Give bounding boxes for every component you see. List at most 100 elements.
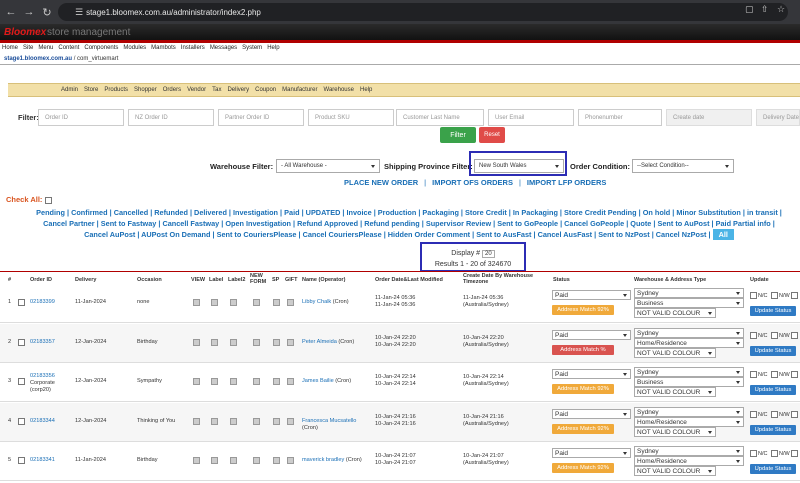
menu-components[interactable]: Components — [84, 45, 118, 55]
customer-last-name-input[interactable]: Customer Last Name — [396, 109, 484, 126]
nc-checkbox[interactable] — [750, 332, 757, 339]
status-link[interactable]: Store Credit Pending — [564, 208, 637, 217]
gift-icon[interactable] — [287, 378, 294, 385]
row-checkbox[interactable] — [18, 299, 25, 306]
reload-icon[interactable]: ↻ — [40, 6, 54, 19]
nw-checkbox[interactable] — [771, 450, 778, 457]
status-link[interactable]: Packaging — [422, 208, 459, 217]
status-link[interactable]: Sent to Fastway — [101, 219, 157, 228]
breadcrumb-host[interactable]: stage1.bloomex.com.au — [4, 56, 72, 62]
status-select[interactable]: Paid — [552, 448, 631, 458]
status-link[interactable]: UPDATED — [306, 208, 341, 217]
address-type-select[interactable]: Home/Residence — [634, 456, 744, 466]
status-link[interactable]: Invoice — [347, 208, 372, 217]
vm-menu-manufacturer[interactable]: Manufacturer — [282, 87, 317, 93]
colour-validity-select[interactable]: NOT VALID COLOUR — [634, 427, 716, 437]
order-id-link[interactable]: 02183344 — [30, 418, 55, 425]
order-id-link[interactable]: 02183357 — [30, 339, 55, 346]
order-id-input[interactable]: Order ID — [38, 109, 124, 126]
n-checkbox[interactable] — [791, 332, 798, 339]
forward-icon[interactable]: → — [22, 6, 36, 18]
address-type-select[interactable]: Home/Residence — [634, 417, 744, 427]
warehouse-select[interactable]: Sydney — [634, 328, 744, 338]
status-select[interactable]: Paid — [552, 409, 631, 419]
vm-menu-store[interactable]: Store — [84, 87, 98, 93]
status-link[interactable]: Production — [378, 208, 417, 217]
menu-help[interactable]: Help — [267, 45, 279, 55]
label-icon[interactable] — [211, 339, 218, 346]
vm-menu-products[interactable]: Products — [104, 87, 128, 93]
vm-menu-help[interactable]: Help — [360, 87, 372, 93]
nc-checkbox[interactable] — [750, 292, 757, 299]
status-link[interactable]: Refund pending — [364, 219, 420, 228]
colour-validity-select[interactable]: NOT VALID COLOUR — [634, 387, 716, 397]
label-icon[interactable] — [211, 457, 218, 464]
import-lfp-orders-link[interactable]: IMPORT LFP ORDERS — [527, 178, 606, 187]
status-link[interactable]: Cancell Fastway — [162, 219, 219, 228]
site-info-icon[interactable]: ☰ — [75, 7, 83, 18]
order-id-link[interactable]: 02183399 — [30, 299, 55, 306]
partner-order-id-input[interactable]: Partner Order ID — [218, 109, 304, 126]
menu-mambots[interactable]: Mambots — [151, 45, 176, 55]
nw-checkbox[interactable] — [771, 292, 778, 299]
label-icon[interactable] — [211, 299, 218, 306]
label-icon[interactable] — [211, 418, 218, 425]
status-link[interactable]: Sent to GoPeople — [497, 219, 558, 228]
address-bar[interactable]: ☰ stage1.bloomex.com.au/administrator/in… — [58, 3, 788, 21]
update-status-button[interactable]: Update Status — [750, 464, 796, 474]
order-condition-select[interactable]: --Select Condition-- — [632, 159, 734, 173]
gift-icon[interactable] — [287, 457, 294, 464]
customer-name-link[interactable]: Francesca Mucsatello — [302, 418, 356, 424]
reset-button[interactable]: Reset — [479, 127, 505, 143]
n-checkbox[interactable] — [791, 292, 798, 299]
address-type-select[interactable]: Business — [634, 377, 744, 387]
vm-menu-vendor[interactable]: Vendor — [187, 87, 206, 93]
menu-system[interactable]: System — [242, 45, 262, 55]
status-link[interactable]: Cancel CouriersPlease — [303, 230, 382, 239]
status-link[interactable]: In Packaging — [513, 208, 558, 217]
status-link[interactable]: Confirmed — [71, 208, 108, 217]
address-type-select[interactable]: Business — [634, 298, 744, 308]
status-link[interactable]: Sent to CouriersPlease — [217, 230, 297, 239]
filter-button[interactable]: Filter — [440, 127, 476, 143]
gift-icon[interactable] — [287, 339, 294, 346]
status-select[interactable]: Paid — [552, 290, 631, 300]
status-link[interactable]: Sent to AusFast — [476, 230, 531, 239]
update-status-button[interactable]: Update Status — [750, 346, 796, 356]
user-email-input[interactable]: User Email — [488, 109, 574, 126]
display-count-select[interactable]: 20 — [482, 250, 495, 258]
gift-icon[interactable] — [287, 418, 294, 425]
label-icon[interactable] — [211, 378, 218, 385]
order-id-link[interactable]: 02183356 — [30, 373, 55, 380]
bookmark-star-icon[interactable]: ☆ — [777, 4, 785, 15]
status-link[interactable]: Hidden Order Comment — [388, 230, 470, 239]
update-status-button[interactable]: Update Status — [750, 425, 796, 435]
warehouse-select[interactable]: Sydney — [634, 446, 744, 456]
warehouse-filter-select[interactable]: - All Warehouse - — [276, 159, 380, 173]
label2-icon[interactable] — [230, 457, 237, 464]
status-link[interactable]: On hold — [643, 208, 671, 217]
nc-checkbox[interactable] — [750, 371, 757, 378]
order-id-link[interactable]: 02183341 — [30, 457, 55, 464]
vm-menu-shopper[interactable]: Shopper — [134, 87, 157, 93]
nc-checkbox[interactable] — [750, 450, 757, 457]
status-link[interactable]: Refund Approved — [297, 219, 358, 228]
customer-name-link[interactable]: James Bailie — [302, 378, 334, 384]
nw-checkbox[interactable] — [771, 332, 778, 339]
status-link[interactable]: Minor Substitution — [676, 208, 740, 217]
status-link[interactable]: Paid Partial info — [716, 219, 771, 228]
view-icon[interactable] — [193, 378, 200, 385]
label2-icon[interactable] — [230, 339, 237, 346]
address-type-select[interactable]: Home/Residence — [634, 338, 744, 348]
row-checkbox[interactable] — [18, 457, 25, 464]
new-form-icon[interactable] — [253, 418, 260, 425]
new-form-icon[interactable] — [253, 299, 260, 306]
menu-home[interactable]: Home — [2, 45, 18, 55]
menu-installers[interactable]: Installers — [181, 45, 205, 55]
translate-icon[interactable]: ▢ — [745, 4, 754, 15]
back-icon[interactable]: ← — [4, 6, 18, 18]
label2-icon[interactable] — [230, 378, 237, 385]
vm-menu-admin[interactable]: Admin — [61, 87, 78, 93]
n-checkbox[interactable] — [791, 371, 798, 378]
update-status-button[interactable]: Update Status — [750, 306, 796, 316]
